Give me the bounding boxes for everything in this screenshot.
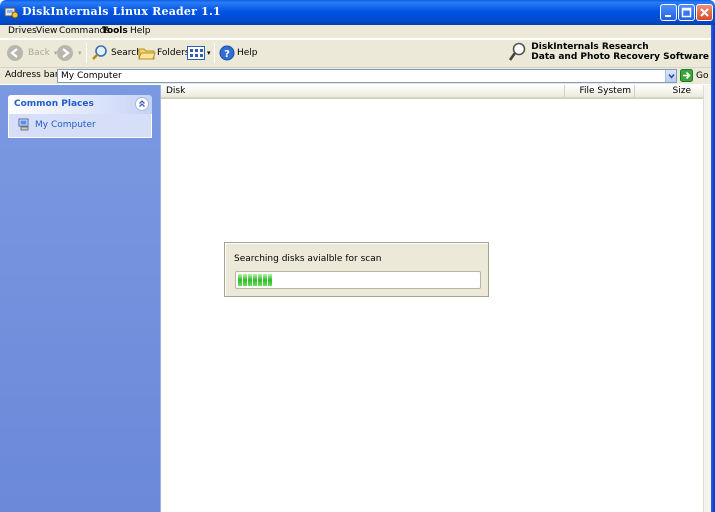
menu-bar: Drives View Commands Tools Help xyxy=(0,25,715,38)
folders-label: Folders xyxy=(157,48,190,58)
back-button[interactable]: Back ▾ xyxy=(6,40,57,66)
progress-block xyxy=(243,274,247,286)
brand-line-2: Data and Photo Recovery Software xyxy=(531,52,709,62)
collapse-button[interactable] xyxy=(135,97,149,111)
folder-icon xyxy=(138,48,156,60)
help-icon: ? xyxy=(219,45,235,61)
common-places-title: Common Places xyxy=(14,99,94,109)
toolbar: Back ▾ ▾ Search Folders ▾ ? Help DiskInt… xyxy=(0,39,715,67)
address-value: My Computer xyxy=(61,71,122,81)
forward-arrow-icon xyxy=(57,45,73,61)
magnifier-logo-icon xyxy=(509,42,526,61)
back-arrow-icon xyxy=(7,45,23,61)
vendor-brand[interactable]: DiskInternals Research Data and Photo Re… xyxy=(509,42,709,62)
folders-button[interactable]: Folders xyxy=(138,40,190,66)
menu-help[interactable]: Help xyxy=(130,25,151,38)
forward-button[interactable]: ▾ xyxy=(56,40,82,66)
close-icon xyxy=(700,8,709,17)
help-label: Help xyxy=(237,48,258,58)
progress-message: Searching disks avialble for scan xyxy=(234,254,382,264)
column-header-size[interactable]: Size xyxy=(635,85,704,97)
help-button[interactable]: ? Help xyxy=(219,40,258,66)
progress-block xyxy=(258,274,262,286)
column-header-disk[interactable]: Disk xyxy=(161,85,565,97)
menu-tools[interactable]: Tools xyxy=(102,25,128,38)
views-dropdown-icon[interactable]: ▾ xyxy=(207,49,211,57)
close-button[interactable] xyxy=(696,4,713,21)
forward-dropdown-icon[interactable]: ▾ xyxy=(78,49,82,57)
toolbar-separator xyxy=(86,43,87,63)
common-places-header[interactable]: Common Places xyxy=(8,95,152,114)
progress-bar xyxy=(235,271,481,289)
chevron-down-icon xyxy=(668,74,675,79)
progress-block xyxy=(248,274,252,286)
go-arrow-icon xyxy=(680,69,693,82)
brand-line-1: DiskInternals Research xyxy=(531,42,649,52)
title-bar[interactable]: DiskInternals Linux Reader 1.1 xyxy=(0,0,715,25)
list-header: Disk File System Size xyxy=(161,85,704,99)
maximize-button[interactable] xyxy=(678,4,695,21)
go-button[interactable]: Go xyxy=(680,69,708,82)
search-icon xyxy=(92,45,107,60)
computer-icon xyxy=(18,118,29,131)
views-icon xyxy=(187,46,205,60)
progress-fill xyxy=(238,274,273,286)
common-places-panel: My Computer xyxy=(8,114,152,138)
column-header-file-system[interactable]: File System xyxy=(565,85,635,97)
address-dropdown-button[interactable] xyxy=(665,70,676,82)
back-label: Back xyxy=(28,48,50,58)
chevron-up-double-icon xyxy=(139,100,145,107)
progress-block xyxy=(238,274,242,286)
window-border xyxy=(711,25,715,512)
views-button[interactable]: ▾ xyxy=(187,40,211,66)
go-label: Go xyxy=(696,70,709,81)
minimize-button[interactable] xyxy=(660,4,677,21)
menu-drives[interactable]: Drives xyxy=(8,25,37,38)
progress-block xyxy=(263,274,267,286)
progress-block xyxy=(253,274,257,286)
menu-view[interactable]: View xyxy=(36,25,57,38)
toolbar-separator xyxy=(214,43,215,63)
sidebar-item-my-computer[interactable]: My Computer xyxy=(18,118,96,131)
progress-dialog: Searching disks avialble for scan xyxy=(224,242,489,297)
app-icon xyxy=(4,7,18,19)
sidebar-item-label: My Computer xyxy=(35,119,96,130)
address-label: Address bar: xyxy=(5,70,62,80)
progress-block xyxy=(268,274,272,286)
address-bar: Address bar: My Computer Go xyxy=(0,67,715,84)
minimize-icon xyxy=(665,15,671,17)
svg-text:?: ? xyxy=(224,49,230,60)
file-list[interactable]: Disk File System Size xyxy=(160,85,704,512)
search-button[interactable]: Search xyxy=(91,40,142,66)
sidebar: Common Places My Computer xyxy=(0,85,160,512)
maximize-icon xyxy=(681,7,692,18)
address-input[interactable]: My Computer xyxy=(57,69,677,83)
window-title: DiskInternals Linux Reader 1.1 xyxy=(22,5,221,18)
